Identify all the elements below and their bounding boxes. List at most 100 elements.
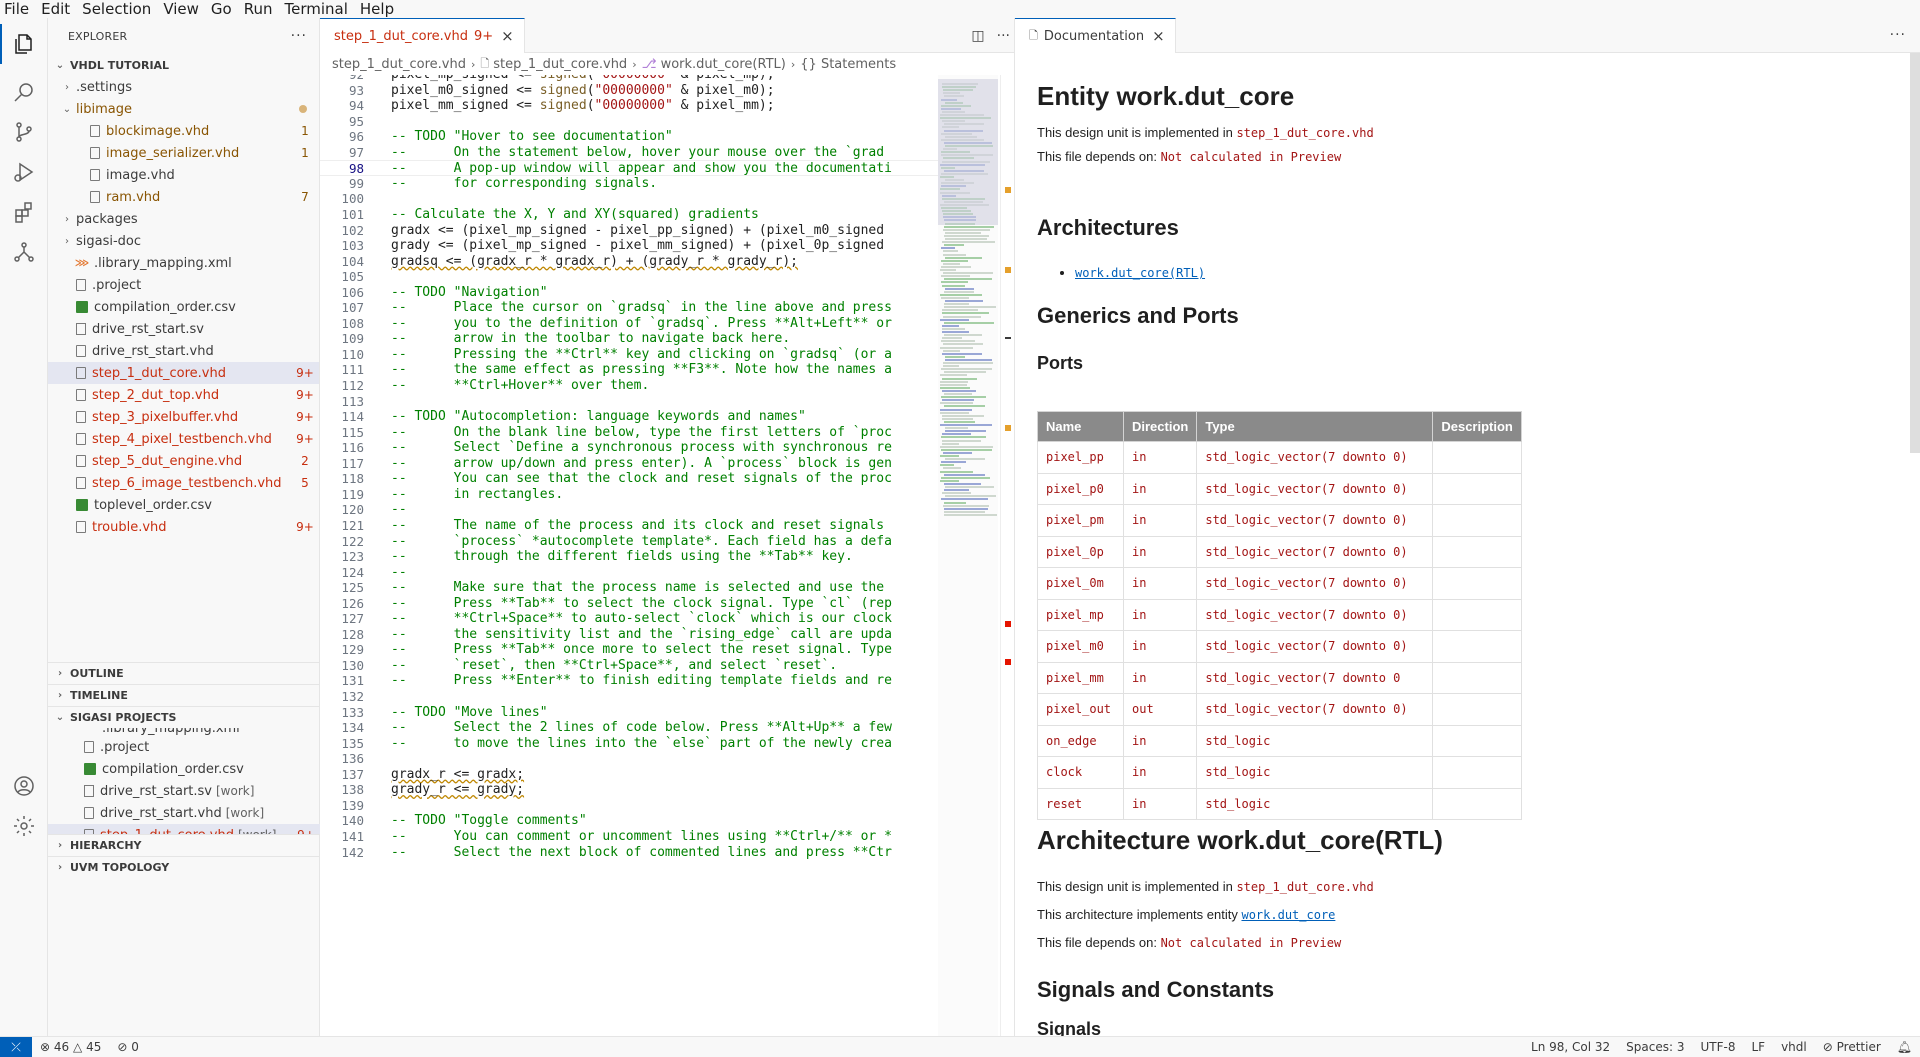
breadcrumb-item[interactable]: work.dut_core(RTL)	[661, 57, 786, 72]
code-line[interactable]: 112 -- **Ctrl+Hover** over them.	[320, 378, 940, 394]
encoding[interactable]: UTF-8	[1692, 1040, 1743, 1054]
tree-item[interactable]: step_3_pixelbuffer.vhd 9+	[48, 406, 319, 428]
run-debug-icon[interactable]	[0, 152, 48, 192]
code-line[interactable]: 98 -- A pop-up window will appear and sho…	[320, 160, 940, 176]
indentation[interactable]: Spaces: 3	[1618, 1040, 1692, 1054]
code-line[interactable]: 125 -- Make sure that the process name is…	[320, 580, 940, 596]
menu-view[interactable]: View	[157, 0, 205, 18]
code-line[interactable]: 121 -- The name of the process and its cl…	[320, 518, 940, 534]
tab-step-1-dut-core[interactable]: step_1_dut_core.vhd 9+ ×	[320, 18, 525, 53]
menu-edit[interactable]: Edit	[35, 0, 76, 18]
code-line[interactable]: 130 -- `reset`, then **Ctrl+Space**, and …	[320, 658, 940, 674]
arch-link[interactable]: work.dut_core(RTL)	[1075, 266, 1205, 280]
code-line[interactable]: 102 gradx <= (pixel_mp_signed - pixel_pp_…	[320, 223, 940, 239]
code-line[interactable]: 99 -- for corresponding signals.	[320, 176, 940, 192]
tree-item[interactable]: toplevel_order.csv	[48, 494, 319, 516]
code-line[interactable]: 116 -- Select `Define a synchronous proce…	[320, 440, 940, 456]
code-line[interactable]: 127 -- **Ctrl+Space** to auto-select `clo…	[320, 611, 940, 627]
code-line[interactable]: 94 pixel_mm_signed <= signed("00000000" &…	[320, 98, 940, 114]
code-line[interactable]: 100	[320, 191, 940, 207]
tree-item[interactable]: image.vhd	[48, 164, 319, 186]
code-line[interactable]: 118 -- You can see that the clock and res…	[320, 471, 940, 487]
tree-item[interactable]: ram.vhd 7	[48, 186, 319, 208]
code-line[interactable]: 136	[320, 751, 940, 767]
code-line[interactable]: 103 grady <= (pixel_mp_signed - pixel_mm_…	[320, 238, 940, 254]
hierarchy-section-header[interactable]: › HIERARCHY	[48, 834, 320, 856]
impl-file-link[interactable]: step_1_dut_core.vhd	[1236, 126, 1373, 140]
menu-run[interactable]: Run	[238, 0, 279, 18]
code-line[interactable]: 97 -- On the statement below, hover your …	[320, 145, 940, 161]
tree-item[interactable]: compilation_order.csv	[48, 296, 319, 318]
formatter-status[interactable]: ⊘ Prettier	[1815, 1040, 1889, 1054]
code-line[interactable]: 105	[320, 269, 940, 285]
cursor-position[interactable]: Ln 98, Col 32	[1523, 1040, 1618, 1054]
sigasi-tree-item[interactable]: step_1_dut_core.vhd [work]9+	[48, 824, 320, 834]
code-line[interactable]: 123 -- through the different fields using…	[320, 549, 940, 565]
problems-indicator[interactable]: ⊗ 46 △ 45	[32, 1040, 109, 1054]
tree-item[interactable]: blockimage.vhd 1	[48, 120, 319, 142]
tree-item[interactable]: step_5_dut_engine.vhd 2	[48, 450, 319, 472]
remote-icon[interactable]: ⤫	[0, 1036, 32, 1057]
code-line[interactable]: 122 -- `process` *autocomplete template*.…	[320, 534, 940, 550]
tree-item[interactable]: ⋙ .library_mapping.xml	[48, 252, 319, 274]
arch-impl-file-link[interactable]: step_1_dut_core.vhd	[1236, 880, 1373, 894]
minimap[interactable]	[938, 75, 998, 1036]
sigasi-tree-item[interactable]: compilation_order.csv	[48, 758, 320, 780]
tree-item[interactable]: .project	[48, 274, 319, 296]
tree-item[interactable]: › packages	[48, 208, 319, 230]
hierarchy-icon[interactable]	[0, 232, 48, 272]
more-actions-icon[interactable]: ···	[291, 28, 307, 44]
code-line[interactable]: 111 -- the same effect as pressing **F3**…	[320, 362, 940, 378]
code-line[interactable]: 106 -- TODO "Navigation"	[320, 285, 940, 301]
split-editor-icon[interactable]: ◫	[971, 28, 984, 44]
tree-item[interactable]: trouble.vhd 9+	[48, 516, 319, 538]
timeline-section-header[interactable]: › TIMELINE	[48, 684, 320, 706]
more-actions-icon[interactable]: ···	[997, 28, 1010, 44]
ports-indicator[interactable]: ⊘ 0	[109, 1040, 147, 1054]
tree-item[interactable]: drive_rst_start.vhd	[48, 340, 319, 362]
arch-entity-link[interactable]: work.dut_core	[1241, 908, 1335, 922]
code-line[interactable]: 110 -- Pressing the **Ctrl** key and clic…	[320, 347, 940, 363]
explorer-icon[interactable]	[0, 24, 48, 64]
code-line[interactable]: 135 -- to move the lines into the `else` …	[320, 736, 940, 752]
menu-terminal[interactable]: Terminal	[279, 0, 354, 18]
code-line[interactable]: 107 -- Place the cursor on `gradsq` in th…	[320, 300, 940, 316]
source-control-icon[interactable]	[0, 112, 48, 152]
language-mode[interactable]: vhdl	[1773, 1040, 1815, 1054]
search-icon[interactable]	[0, 72, 48, 112]
sigasi-tree-item[interactable]: .project	[48, 736, 320, 758]
code-line[interactable]: 128 -- the sensitivity list and the `risi…	[320, 627, 940, 643]
close-icon[interactable]: ×	[1152, 27, 1165, 45]
more-actions-icon[interactable]: ···	[1890, 27, 1906, 43]
breadcrumb-item[interactable]: step_1_dut_core.vhd	[332, 57, 466, 72]
code-line[interactable]: 93 pixel_m0_signed <= signed("00000000" &…	[320, 83, 940, 99]
code-line[interactable]: 132	[320, 689, 940, 705]
tree-item[interactable]: image_serializer.vhd 1	[48, 142, 319, 164]
code-line[interactable]: 104 gradsq <= (gradx_r * gradx_r) + (grad…	[320, 254, 940, 270]
code-line[interactable]: 108 -- you to the definition of `gradsq`.…	[320, 316, 940, 332]
close-icon[interactable]: ×	[501, 27, 514, 45]
code-line[interactable]: 137 gradx_r <= gradx;	[320, 767, 940, 783]
tree-item[interactable]: › .settings	[48, 76, 319, 98]
menu-selection[interactable]: Selection	[76, 0, 157, 18]
tab-documentation[interactable]: 🗋 Documentation ×	[1015, 18, 1176, 53]
overview-ruler[interactable]	[1000, 75, 1014, 1036]
end-of-line[interactable]: LF	[1743, 1040, 1773, 1054]
code-line[interactable]: 115 -- On the blank line below, type the …	[320, 425, 940, 441]
settings-gear-icon[interactable]	[0, 806, 48, 846]
sigasi-tree-item[interactable]: drive_rst_start.vhd [work]	[48, 802, 320, 824]
code-line[interactable]: 117 -- arrow up/down and press enter). A …	[320, 456, 940, 472]
tree-item[interactable]: step_4_pixel_testbench.vhd 9+	[48, 428, 319, 450]
code-line[interactable]: 126 -- Press **Tab** to select the clock …	[320, 596, 940, 612]
code-line[interactable]: 119 -- in rectangles.	[320, 487, 940, 503]
menu-go[interactable]: Go	[205, 0, 238, 18]
code-line[interactable]: 96 -- TODO "Hover to see documentation"	[320, 129, 940, 145]
code-line[interactable]: 113	[320, 394, 940, 410]
code-line[interactable]: 120 --	[320, 502, 940, 518]
code-line[interactable]: 142 -- Select the next block of commented…	[320, 845, 940, 861]
tree-item[interactable]: step_6_image_testbench.vhd 5	[48, 472, 319, 494]
doc-scrollbar[interactable]	[1910, 53, 1920, 453]
project-section-header[interactable]: ⌄ VHDL TUTORIAL	[48, 54, 319, 76]
menu-help[interactable]: Help	[354, 0, 400, 18]
code-line[interactable]: 140 -- TODO "Toggle comments"	[320, 813, 940, 829]
